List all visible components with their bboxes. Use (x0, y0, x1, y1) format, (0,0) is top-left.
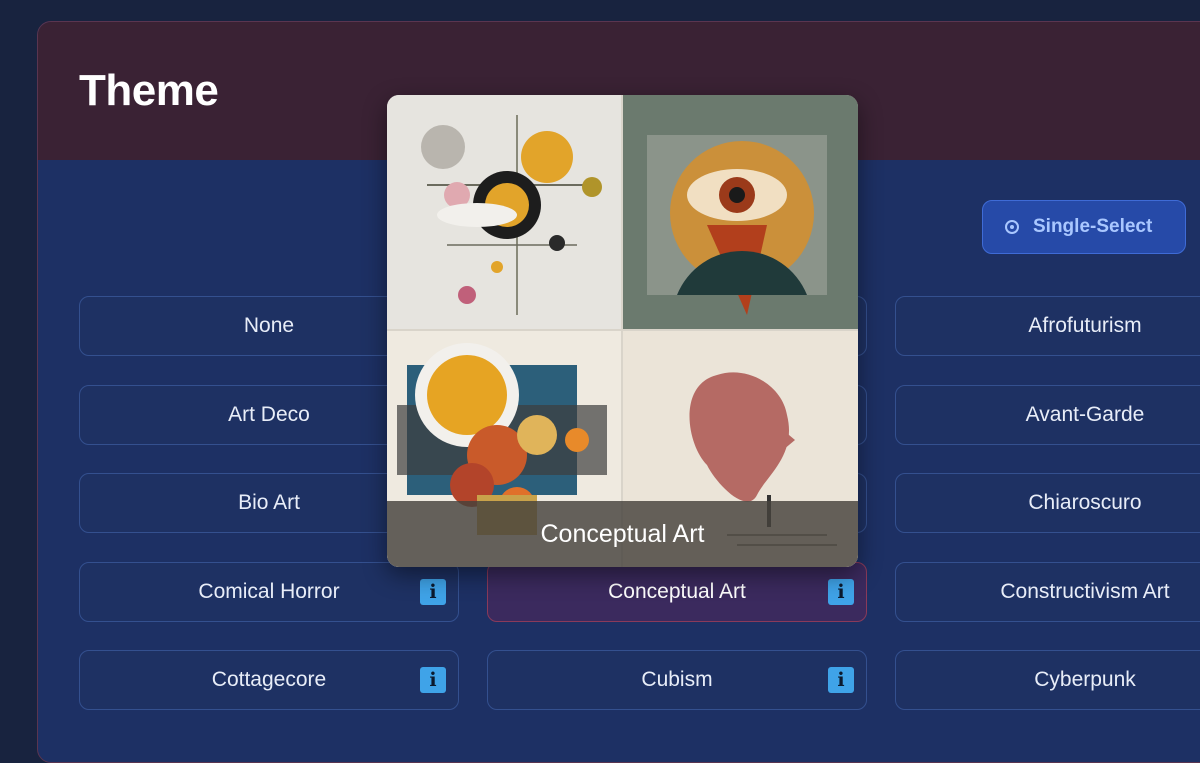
option-afrofuturism[interactable]: Afrofuturism (895, 296, 1200, 356)
option-label: Afrofuturism (1028, 314, 1142, 337)
option-chiaroscuro[interactable]: Chiaroscuro (895, 473, 1200, 533)
info-icon[interactable]: i (420, 579, 446, 605)
option-label: Cyberpunk (1034, 668, 1136, 691)
preview-caption: Conceptual Art (387, 501, 858, 567)
option-label: Bio Art (238, 491, 300, 514)
option-label: Constructivism Art (1000, 580, 1170, 603)
option-avant-garde[interactable]: Avant-Garde (895, 385, 1200, 445)
single-select-button[interactable]: Single-Select (982, 200, 1186, 254)
option-label: Art Deco (228, 403, 310, 426)
option-conceptual-art[interactable]: Conceptual Art i (487, 562, 867, 622)
info-icon[interactable]: i (828, 667, 854, 693)
info-icon[interactable]: i (420, 667, 446, 693)
panel-title: Theme (79, 66, 219, 115)
option-cottagecore[interactable]: Cottagecore i (79, 650, 459, 710)
single-select-label: Single-Select (1033, 216, 1153, 237)
option-comical-horror[interactable]: Comical Horror i (79, 562, 459, 622)
option-label: Avant-Garde (1025, 403, 1145, 426)
theme-preview-popover: Conceptual Art (387, 95, 858, 567)
option-label: Cottagecore (211, 668, 327, 691)
preview-image (387, 95, 858, 567)
option-label: Cubism (641, 668, 713, 691)
option-constructivism-art[interactable]: Constructivism Art (895, 562, 1200, 622)
option-label: Comical Horror (198, 580, 340, 603)
radio-icon (1005, 220, 1019, 234)
option-label: None (243, 314, 295, 337)
info-icon[interactable]: i (828, 579, 854, 605)
option-cubism[interactable]: Cubism i (487, 650, 867, 710)
option-label: Chiaroscuro (1028, 491, 1142, 514)
option-label: Conceptual Art (608, 580, 746, 603)
option-cyberpunk[interactable]: Cyberpunk (895, 650, 1200, 710)
